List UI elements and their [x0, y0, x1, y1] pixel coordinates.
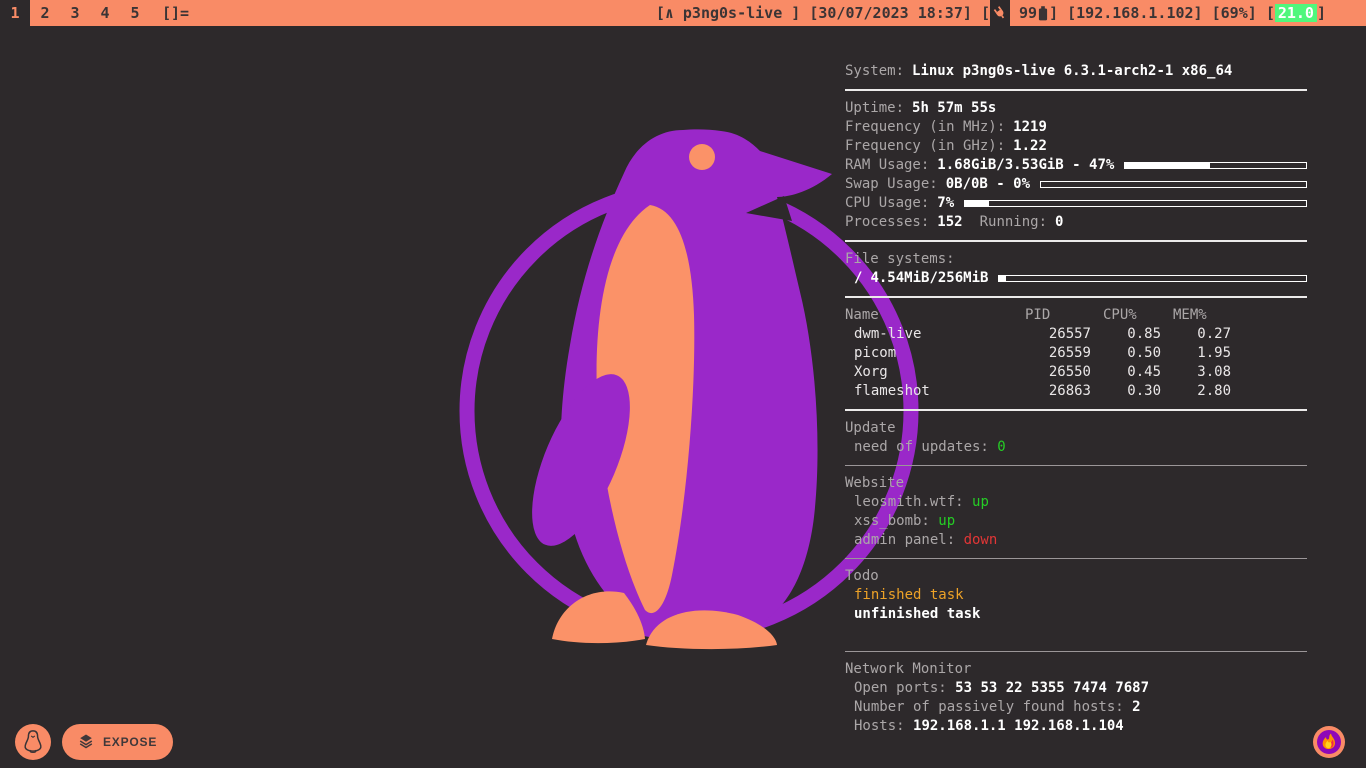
updates-line: need of updates: 0	[845, 438, 1307, 457]
update-header: Update	[845, 419, 1307, 438]
flameshot-tray-button[interactable]	[1313, 726, 1345, 758]
beak-notch	[746, 196, 792, 221]
expose-button-label: EXPOSE	[103, 735, 157, 749]
swap-line: Swap Usage: 0B/0B - 0%	[845, 175, 1307, 194]
todo-item-finished: finished task	[845, 586, 1307, 605]
spacer	[845, 624, 1307, 643]
website-row: leosmith.wtf: up	[845, 493, 1307, 512]
process-row: Xorg 26550 0.45 3.08	[845, 363, 1307, 382]
temp-bracket-close: ]	[1317, 4, 1326, 22]
todo-item-unfinished: unfinished task	[845, 605, 1307, 624]
system-line: System: Linux p3ng0s-live 6.3.1-arch2-1 …	[845, 62, 1307, 81]
divider	[845, 409, 1307, 411]
penguin-belly	[597, 205, 695, 613]
divider	[845, 296, 1307, 298]
workspace-tag-3[interactable]: 3	[60, 0, 90, 26]
datetime: [30/07/2023 18:37]	[809, 4, 981, 22]
filesystem-root-line: / 4.54MiB/256MiB	[845, 269, 1307, 288]
network-monitor-header: Network Monitor	[845, 660, 1307, 679]
hostname: p3ng0s-live ]	[674, 4, 809, 22]
workspace-tag-1[interactable]: 1	[0, 0, 30, 26]
website-row: xss_bomb: up	[845, 512, 1307, 531]
freq-mhz-line: Frequency (in MHz): 1219	[845, 118, 1307, 137]
fs-bar	[998, 275, 1307, 282]
open-ports-line: Open ports: 53 53 22 5355 7474 7687	[845, 679, 1307, 698]
ac-power-plug-icon	[990, 0, 1010, 26]
hosts-line: Hosts: 192.168.1.1 192.168.1.104	[845, 717, 1307, 736]
flameshot-icon	[1313, 746, 1345, 761]
expose-button[interactable]: EXPOSE	[62, 724, 173, 760]
tux-button[interactable]	[15, 724, 51, 760]
workspace-tag-5[interactable]: 5	[120, 0, 150, 26]
uptime-line: Uptime: 5h 57m 55s	[845, 99, 1307, 118]
conky-panel: System: Linux p3ng0s-live 6.3.1-arch2-1 …	[845, 62, 1307, 736]
cpu-line: CPU Usage: 7%	[845, 194, 1307, 213]
website-header: Website	[845, 474, 1307, 493]
processes-line: Processes: 152 Running: 0	[845, 213, 1307, 232]
battery-bracket-open: [	[981, 4, 990, 22]
process-row: dwm-live 26557 0.85 0.27	[845, 325, 1307, 344]
ram-line: RAM Usage: 1.68GiB/3.53GiB - 47%	[845, 156, 1307, 175]
layers-icon	[78, 733, 94, 752]
penguin-right-foot	[646, 610, 777, 649]
divider	[845, 465, 1307, 466]
workspace-tag-4[interactable]: 4	[90, 0, 120, 26]
temperature-badge: 21.0	[1275, 4, 1317, 22]
divider	[845, 651, 1307, 652]
ip-address: [192.168.1.102]	[1067, 4, 1212, 22]
divider	[845, 558, 1307, 559]
divider	[845, 240, 1307, 242]
cpu-bar	[964, 200, 1307, 207]
website-status-down: down	[964, 531, 998, 550]
website-status-up: up	[972, 493, 989, 512]
ram-bar	[1124, 162, 1307, 169]
swap-bar	[1040, 181, 1307, 188]
freq-ghz-line: Frequency (in GHz): 1.22	[845, 137, 1307, 156]
process-row: flameshot 26863 0.30 2.80	[845, 382, 1307, 401]
website-status-up: up	[938, 512, 955, 531]
penguin-body	[561, 129, 832, 638]
volume-level: [69%]	[1212, 4, 1266, 22]
penguin-left-foot	[552, 591, 645, 643]
temp-bracket-open: [	[1266, 4, 1275, 22]
status-text-area: [ ∧ p3ng0s-live ] [30/07/2023 18:37] [ 9…	[656, 0, 1366, 26]
battery-bracket-close: ]	[1049, 4, 1067, 22]
hosts-count-line: Number of passively found hosts: 2	[845, 698, 1307, 717]
workspace-tag-2[interactable]: 2	[30, 0, 60, 26]
dwm-top-bar: 1 2 3 4 5 []= [ ∧ p3ng0s-live ] [30/07/2…	[0, 0, 1366, 26]
penguin-eye	[689, 144, 715, 170]
penguin-flipper	[512, 361, 650, 559]
tux-icon	[22, 728, 44, 757]
battery-icon	[1038, 6, 1048, 21]
divider	[845, 89, 1307, 91]
dock: EXPOSE	[15, 724, 173, 760]
host-bracket-open: [	[656, 4, 665, 22]
arch-logo-icon: ∧	[665, 4, 674, 22]
website-row: admin panel: down	[845, 531, 1307, 550]
todo-header: Todo	[845, 567, 1307, 586]
process-table-header: Name PID CPU% MEM%	[845, 306, 1307, 325]
battery-percent: 99	[1010, 4, 1037, 22]
updates-count: 0	[997, 438, 1005, 457]
filesystems-header: File systems:	[845, 250, 1307, 269]
layout-symbol[interactable]: []=	[162, 0, 189, 26]
process-row: picom 26559 0.50 1.95	[845, 344, 1307, 363]
